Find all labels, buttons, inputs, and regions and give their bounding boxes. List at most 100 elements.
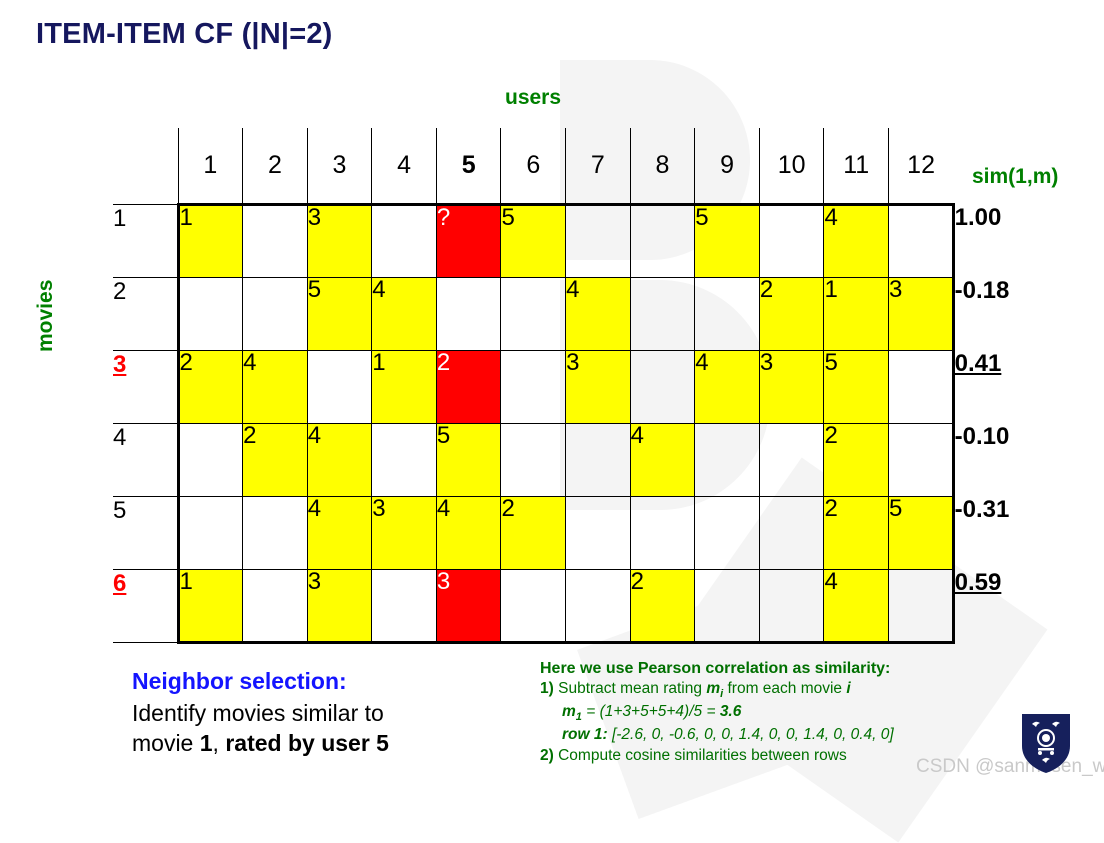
- matrix-cell[interactable]: 4: [565, 276, 631, 351]
- matrix-cell[interactable]: [565, 568, 631, 644]
- matrix-cell[interactable]: 2: [758, 276, 825, 351]
- page-title: ITEM-ITEM CF (|N|=2): [36, 18, 333, 50]
- matrix-cell[interactable]: [758, 568, 825, 644]
- matrix-cell[interactable]: [694, 422, 760, 497]
- matrix-cell[interactable]: 4: [694, 349, 760, 424]
- matrix-cell[interactable]: 4: [306, 422, 373, 497]
- neighbor-selection-line-1: Identify movies similar to: [132, 700, 384, 726]
- matrix-cell[interactable]: [500, 349, 567, 424]
- matrix-cell[interactable]: 4: [306, 495, 373, 570]
- matrix-cell[interactable]: [629, 349, 696, 424]
- matrix-cell[interactable]: [758, 202, 825, 278]
- pearson-step-1-number: 1): [540, 680, 554, 698]
- matrix-cell[interactable]: 2: [176, 349, 244, 424]
- matrix-cell[interactable]: 3: [306, 568, 373, 644]
- row-header-1[interactable]: 1: [113, 203, 179, 277]
- matrix-cell[interactable]: [888, 568, 955, 644]
- column-header-2[interactable]: 2: [242, 128, 308, 204]
- matrix-cell[interactable]: 2: [629, 568, 696, 644]
- matrix-cell[interactable]: 3: [888, 276, 955, 351]
- matrix-cell[interactable]: [565, 422, 631, 497]
- matrix-cell[interactable]: [758, 422, 825, 497]
- matrix-cell[interactable]: 4: [371, 276, 437, 351]
- rating-matrix-table: 1 2 3 4 5 6 7 8 9 10 11 12 1 1 3? 5 5 4 1.00 2 5 4 4 2 1 3 -0.18 3 2…: [113, 128, 1018, 644]
- matrix-cell[interactable]: 5: [888, 495, 955, 570]
- column-header-11[interactable]: 11: [823, 128, 889, 204]
- row-header-4[interactable]: 4: [113, 422, 179, 496]
- matrix-cell[interactable]: 2: [242, 422, 308, 497]
- matrix-cell[interactable]: [888, 349, 955, 424]
- matrix-cell[interactable]: [888, 422, 955, 497]
- column-header-6[interactable]: 6: [500, 128, 566, 204]
- matrix-cell[interactable]: 1: [823, 276, 890, 351]
- matrix-cell[interactable]: [888, 202, 955, 278]
- matrix-cell[interactable]: [565, 495, 631, 570]
- matrix-cell[interactable]: 3: [306, 202, 373, 278]
- matrix-cell[interactable]: [629, 276, 696, 351]
- matrix-cell[interactable]: [565, 202, 631, 278]
- matrix-cell[interactable]: [629, 495, 696, 570]
- matrix-cell[interactable]: [694, 276, 760, 351]
- matrix-cell[interactable]: 3: [371, 495, 437, 570]
- matrix-cell[interactable]: ?: [435, 202, 502, 278]
- row-header-2[interactable]: 2: [113, 276, 179, 350]
- matrix-cell[interactable]: [176, 276, 244, 351]
- matrix-cell[interactable]: [435, 276, 502, 351]
- matrix-cell[interactable]: [500, 422, 567, 497]
- matrix-cell[interactable]: [629, 202, 696, 278]
- column-header-4[interactable]: 4: [371, 128, 437, 204]
- matrix-cell[interactable]: [371, 422, 437, 497]
- matrix-cell[interactable]: 5: [500, 202, 567, 278]
- matrix-cell[interactable]: 1: [176, 202, 244, 278]
- pearson-explanation-block: Here we use Pearson correlation as simil…: [540, 658, 1100, 767]
- matrix-cell[interactable]: 4: [435, 495, 502, 570]
- pearson-step-1-symbol-i: i: [846, 680, 851, 698]
- matrix-cell[interactable]: 3: [565, 349, 631, 424]
- matrix-cell[interactable]: 5: [435, 422, 502, 497]
- column-header-1[interactable]: 1: [177, 128, 243, 204]
- matrix-cell[interactable]: [306, 349, 373, 424]
- matrix-cell[interactable]: 4: [242, 349, 308, 424]
- matrix-cell[interactable]: 1: [371, 349, 437, 424]
- row-header-5[interactable]: 5: [113, 495, 179, 569]
- pearson-step-1-text-b: from each movie: [723, 680, 847, 698]
- matrix-cell[interactable]: [500, 276, 567, 351]
- row-header-3[interactable]: 3: [113, 349, 179, 423]
- pearson-row1-label: row 1:: [562, 726, 608, 744]
- similarity-value-text: -0.31: [954, 496, 1010, 523]
- matrix-cell[interactable]: 2: [435, 349, 502, 424]
- column-header-7[interactable]: 7: [565, 128, 631, 204]
- matrix-cell[interactable]: [694, 495, 760, 570]
- column-header-10[interactable]: 10: [758, 128, 824, 204]
- matrix-cell[interactable]: 5: [823, 349, 890, 424]
- matrix-cell[interactable]: 4: [823, 568, 890, 644]
- matrix-cell[interactable]: 3: [435, 568, 502, 644]
- matrix-cell[interactable]: 1: [176, 568, 244, 644]
- matrix-cell[interactable]: [500, 568, 567, 644]
- matrix-cell[interactable]: [371, 202, 437, 278]
- column-header-8[interactable]: 8: [629, 128, 695, 204]
- matrix-cell[interactable]: 2: [823, 422, 890, 497]
- matrix-cell[interactable]: [242, 202, 308, 278]
- matrix-cell[interactable]: [242, 495, 308, 570]
- matrix-cell[interactable]: 2: [823, 495, 890, 570]
- matrix-cell[interactable]: 3: [758, 349, 825, 424]
- matrix-cell[interactable]: 2: [500, 495, 567, 570]
- matrix-cell[interactable]: [176, 495, 244, 570]
- column-header-3[interactable]: 3: [306, 128, 372, 204]
- matrix-cell[interactable]: 4: [629, 422, 696, 497]
- column-header-9[interactable]: 9: [694, 128, 760, 204]
- matrix-cell[interactable]: 5: [694, 202, 760, 278]
- matrix-cell[interactable]: [694, 568, 760, 644]
- matrix-cell[interactable]: [242, 276, 308, 351]
- matrix-cell[interactable]: [242, 568, 308, 644]
- pearson-mean-line: m1 = (1+3+5+5+4)/5 = 3.6: [540, 702, 1100, 725]
- column-header-12[interactable]: 12: [888, 128, 954, 204]
- matrix-cell[interactable]: [371, 568, 437, 644]
- matrix-cell[interactable]: 4: [823, 202, 890, 278]
- matrix-cell[interactable]: 5: [306, 276, 373, 351]
- column-header-5[interactable]: 5: [435, 128, 501, 204]
- matrix-cell[interactable]: [176, 422, 244, 497]
- row-header-6[interactable]: 6: [113, 568, 179, 643]
- matrix-cell[interactable]: [758, 495, 825, 570]
